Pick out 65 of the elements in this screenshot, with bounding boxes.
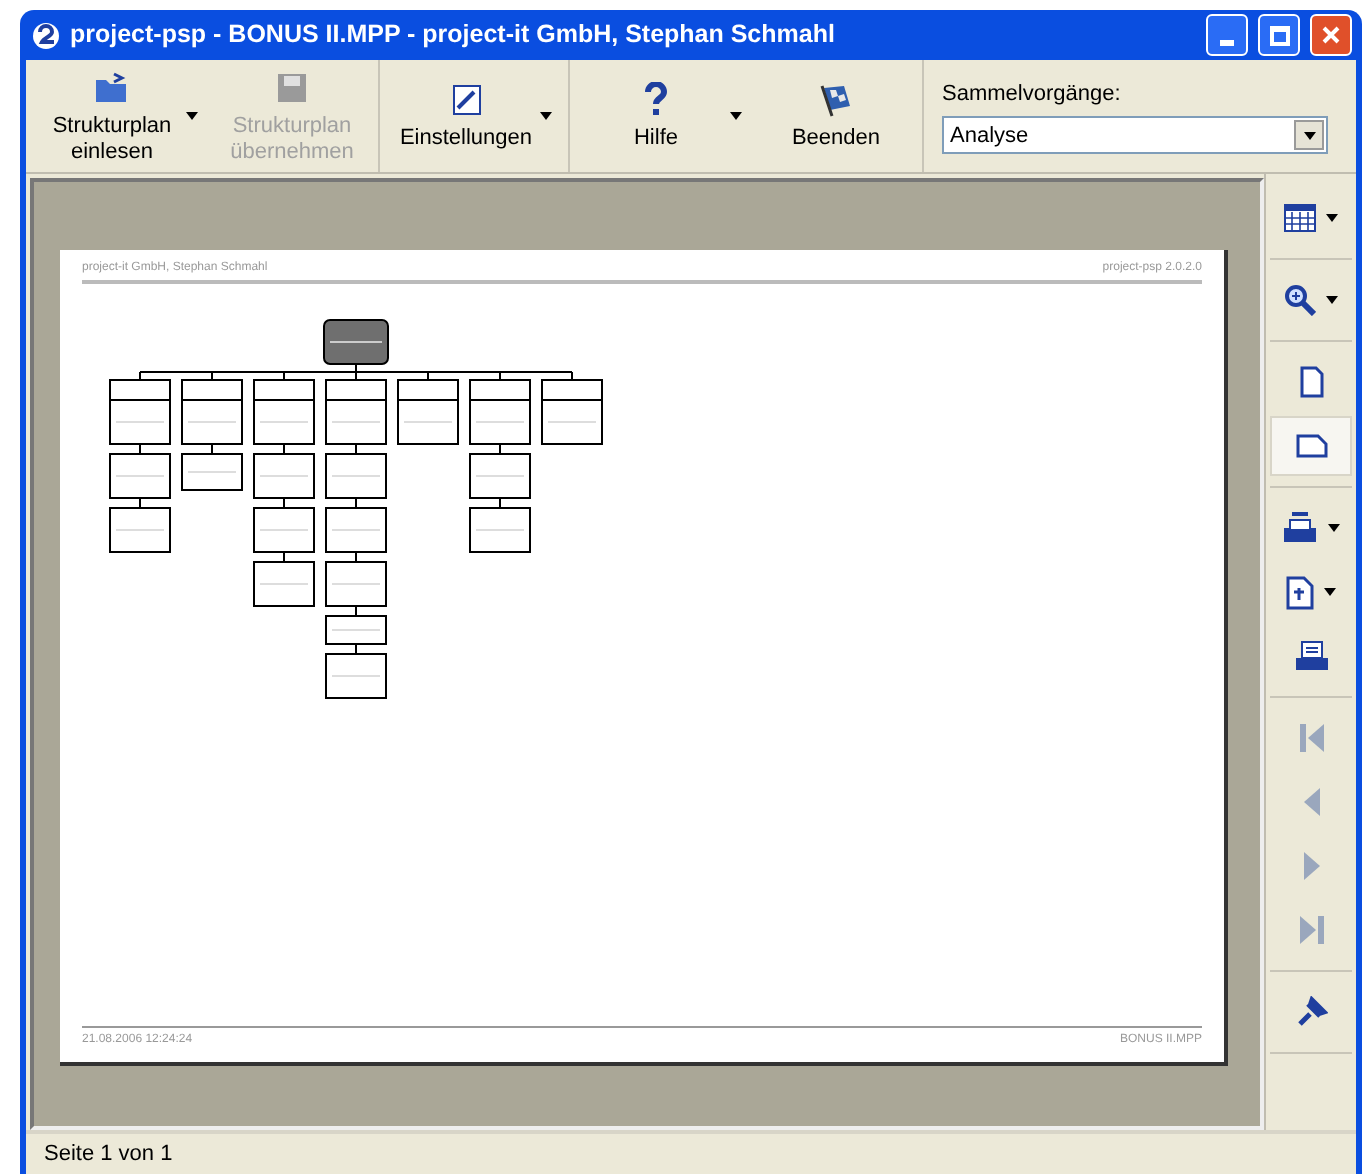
connector-line	[355, 498, 357, 508]
document-copy-icon	[1286, 575, 1314, 609]
connector-line	[355, 606, 357, 616]
window-title: project-psp - BONUS II.MPP - project-it GmbH, Stephan Schmahl	[70, 18, 835, 53]
connector-line	[355, 552, 357, 562]
checkered-flag-icon	[818, 82, 854, 118]
collective-tasks-label: Sammelvorgänge:	[942, 79, 1123, 110]
maximize-button[interactable]	[1258, 14, 1300, 56]
dropdown-caret-icon	[1326, 296, 1338, 304]
root-node	[323, 319, 389, 365]
question-mark-icon	[644, 82, 668, 118]
chart-node	[253, 507, 315, 553]
portrait-page-icon	[1299, 366, 1323, 398]
connector-line	[139, 444, 141, 454]
chart-node	[253, 453, 315, 499]
chart-node	[325, 453, 387, 499]
status-text: Seite 1 von 1	[42, 1139, 173, 1170]
printer-settings-icon	[1282, 512, 1318, 544]
dropdown-caret-icon	[1303, 131, 1315, 140]
calendar-grid-icon	[1284, 204, 1316, 232]
zoom-icon	[1284, 284, 1316, 316]
pin-icon	[1295, 996, 1327, 1028]
next-page-icon	[1301, 850, 1321, 882]
toolbar-button[interactable]: Strukturplan einlesen	[38, 67, 202, 165]
connector-line	[499, 498, 501, 508]
connector-line	[139, 498, 141, 508]
dropdown-caret-icon	[1324, 588, 1336, 596]
chart-node	[469, 453, 531, 499]
dropdown-caret-icon	[730, 112, 742, 120]
chart-node	[325, 653, 387, 699]
chart-node	[109, 507, 171, 553]
dropdown-caret-icon	[1326, 214, 1338, 222]
previous-page-icon	[1301, 786, 1321, 818]
form-edit-icon	[451, 84, 481, 116]
chart-node	[325, 561, 387, 607]
folder-icon	[94, 71, 130, 103]
connector-line	[355, 444, 357, 454]
connector-line	[355, 644, 357, 654]
minimize-button[interactable]	[1206, 14, 1248, 56]
chart-node	[109, 453, 171, 499]
close-icon	[1322, 26, 1340, 44]
toolbar-button[interactable]: Beenden	[762, 80, 910, 152]
collective-tasks-dropdown[interactable]: Analyse	[942, 116, 1328, 155]
app-logo-icon	[32, 21, 60, 49]
connector-line	[283, 444, 285, 454]
connector-line	[283, 552, 285, 562]
chart-node	[181, 453, 243, 491]
side-toolbar-button[interactable]	[1270, 416, 1352, 476]
toolbar-button[interactable]: Hilfe	[582, 80, 746, 152]
dropdown-caret-icon	[1328, 524, 1340, 532]
toolbar-button[interactable]: Einstellungen	[392, 80, 556, 152]
chart-node	[253, 561, 315, 607]
landscape-page-icon	[1295, 434, 1327, 458]
first-page-icon	[1297, 722, 1325, 754]
chart-node	[469, 507, 531, 553]
chart-node	[325, 615, 387, 645]
dropdown-caret-icon	[540, 112, 552, 120]
chart-node	[325, 507, 387, 553]
dropdown-caret-icon	[186, 112, 198, 120]
connector-line	[499, 444, 501, 454]
close-button[interactable]	[1310, 14, 1352, 56]
last-page-icon	[1297, 914, 1325, 946]
printer-icon	[1293, 640, 1329, 672]
connector-line	[283, 498, 285, 508]
connector-line	[211, 444, 213, 454]
